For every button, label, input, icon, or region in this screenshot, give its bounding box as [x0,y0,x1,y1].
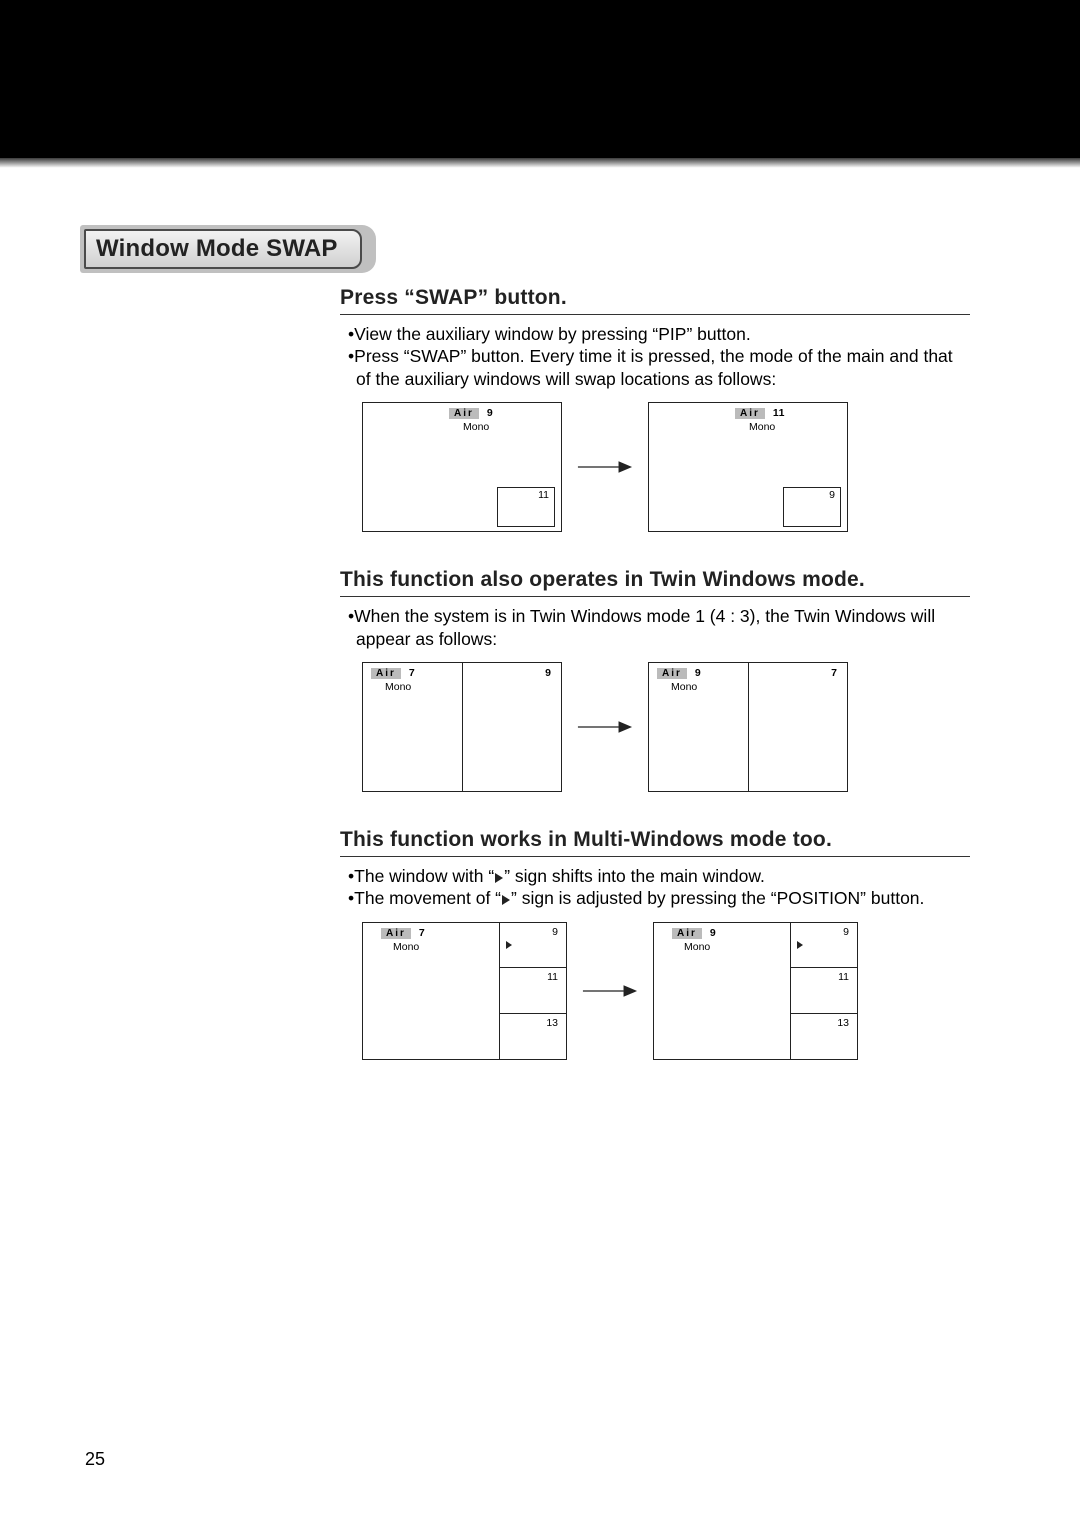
mono-label: Mono [671,681,697,693]
air-label: Air [657,668,687,679]
arrow-icon [576,717,634,737]
multi-channel: 9 [843,923,857,938]
multi-screen-after: Air 9 Mono 9 11 13 [653,922,858,1060]
section-title-tab: Window Mode SWAP [80,225,376,273]
heading-rule [340,314,970,315]
mono-label: Mono [393,941,419,953]
arrow-icon [576,457,634,477]
twin-screen-before: Air 7 Mono 9 [362,662,562,792]
air-label: Air [449,408,479,419]
air-channel: 11 [773,407,785,419]
multi-channel: 13 [837,1014,857,1029]
triangle-marker-icon [506,941,512,949]
pip-subwindow: 9 [783,487,841,527]
triangle-icon [495,873,503,883]
air-channel: 7 [419,927,425,939]
twin-channel: 7 [831,667,837,679]
bullet-text: When the system is in Twin Windows mode … [354,606,935,648]
pip-screen-before: Air 9 Mono 11 [362,402,562,532]
twin-left-pane: Air 7 Mono [363,663,463,791]
multi-cell: 9 [791,923,857,969]
air-label: Air [735,408,765,419]
pip-subwindow: 11 [497,487,555,527]
bullets-swap: •View the auxiliary window by pressing “… [348,323,970,390]
bullet-text-pre: The movement of “ [354,888,501,908]
air-channel: 7 [409,667,415,679]
page-number: 25 [85,1449,105,1470]
multi-cell: 13 [791,1014,857,1059]
section-title: Window Mode SWAP [84,229,362,269]
air-label: Air [371,668,401,679]
twin-screen-after: Air 9 Mono 7 [648,662,848,792]
triangle-icon [502,895,510,905]
pip-channel: 11 [538,488,554,501]
multi-channel: 9 [552,923,566,938]
mono-label: Mono [385,681,411,693]
diagram-multi: Air 7 Mono 9 11 13 Air 9 Mono [362,922,970,1060]
multi-channel: 11 [547,968,566,983]
air-label: Air [381,928,411,939]
multi-cell: 9 [500,923,566,969]
diagram-pip: Air 9 Mono 11 Air 11 Mono 9 [362,402,970,532]
bullet-text: Press “SWAP” button. Every time it is pr… [354,346,953,388]
bullets-multi: •The window with “” sign shifts into the… [348,865,970,910]
air-channel: 9 [710,927,716,939]
pip-channel: 9 [829,488,840,501]
heading-twin: This function also operates in Twin Wind… [340,568,970,592]
air-channel: 9 [487,407,493,419]
mono-label: Mono [463,421,489,433]
heading-multi: This function works in Multi-Windows mod… [340,828,970,852]
bullet-text: View the auxiliary window by pressing “P… [354,324,751,344]
mono-label: Mono [684,941,710,953]
twin-right-pane: 7 [749,663,848,791]
gradient-separator [0,158,1080,172]
multi-main-pane: Air 7 Mono [363,923,500,1059]
air-label: Air [672,928,702,939]
top-black-banner [0,0,1080,158]
content-area: Press “SWAP” button. •View the auxiliary… [340,286,970,1096]
bullet-text-post: ” sign is adjusted by pressing the “POSI… [511,888,924,908]
arrow-icon [581,981,639,1001]
twin-right-pane: 9 [463,663,562,791]
multi-side-panes: 9 11 13 [791,923,857,1059]
twin-left-pane: Air 9 Mono [649,663,749,791]
air-channel: 9 [695,667,701,679]
multi-cell: 13 [500,1014,566,1059]
bullet-text-pre: The window with “ [354,866,494,886]
twin-channel: 9 [545,667,551,679]
multi-channel: 11 [838,968,857,983]
multi-side-panes: 9 11 13 [500,923,566,1059]
bullet-text-post: ” sign shifts into the main window. [504,866,765,886]
multi-screen-before: Air 7 Mono 9 11 13 [362,922,567,1060]
multi-cell: 11 [500,968,566,1014]
multi-main-pane: Air 9 Mono [654,923,791,1059]
diagram-twin: Air 7 Mono 9 Air 9 Mono 7 [362,662,970,792]
mono-label: Mono [749,421,775,433]
heading-swap: Press “SWAP” button. [340,286,970,310]
heading-rule [340,596,970,597]
triangle-marker-icon [797,941,803,949]
pip-screen-after: Air 11 Mono 9 [648,402,848,532]
heading-rule [340,856,970,857]
multi-cell: 11 [791,968,857,1014]
bullets-twin: •When the system is in Twin Windows mode… [348,605,970,650]
multi-channel: 13 [546,1014,566,1029]
